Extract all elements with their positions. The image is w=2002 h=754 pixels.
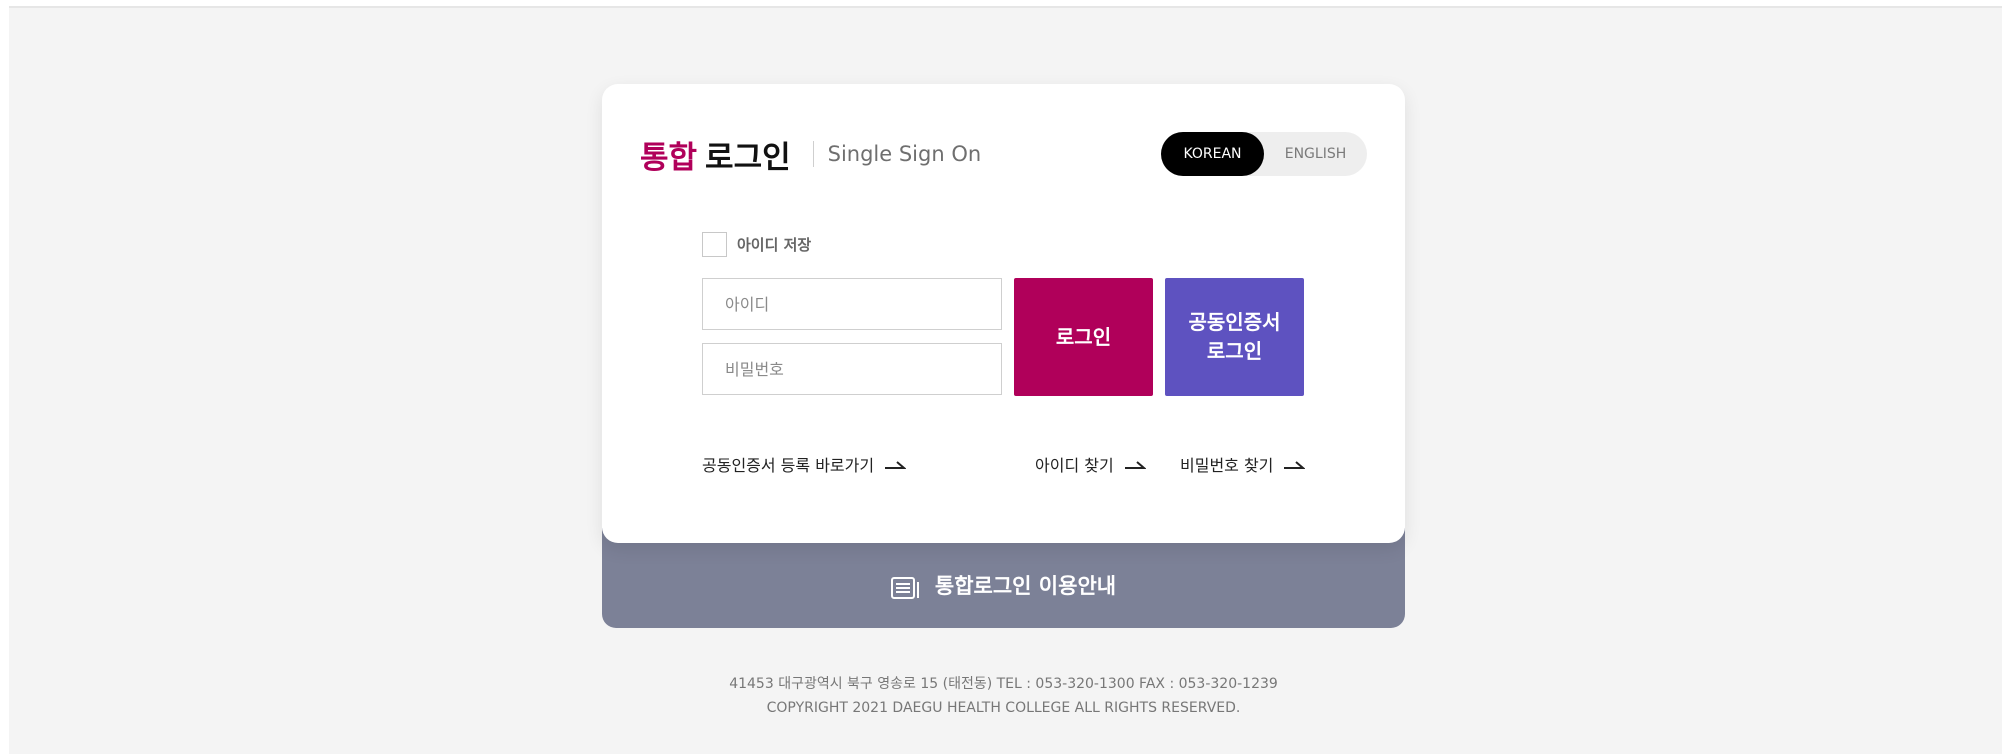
remember-id-label: 아이디 저장: [737, 236, 812, 254]
id-input[interactable]: [702, 278, 1002, 330]
language-toggle: KOREAN ENGLISH: [1161, 132, 1367, 176]
cert-login-button[interactable]: 공동인증서 로그인: [1165, 278, 1304, 396]
title-divider: [812, 141, 814, 167]
cert-register-link[interactable]: 공동인증서 등록 바로가기: [702, 452, 907, 476]
arrow-right-icon: [1283, 458, 1306, 470]
password-input[interactable]: [702, 343, 1002, 395]
find-password-label: 비밀번호 찾기: [1180, 456, 1274, 475]
arrow-right-icon: [1124, 458, 1146, 470]
lang-korean-button[interactable]: KOREAN: [1161, 132, 1264, 176]
find-password-link[interactable]: 비밀번호 찾기: [1180, 452, 1306, 476]
footer-address: 41453 대구광역시 북구 영송로 15 (태전동) TEL : 053-32…: [729, 676, 1278, 692]
login-button[interactable]: 로그인: [1014, 278, 1153, 396]
document-list-icon: [890, 576, 921, 600]
page-background: 통합 로그인 Single Sign On KOREAN ENGLISH 아이디…: [9, 6, 2002, 754]
footer-copyright: COPYRIGHT 2021 DAEGU HEALTH COLLEGE ALL …: [766, 700, 1241, 716]
title-subtitle: Single Sign On: [827, 142, 982, 166]
title-highlight: 통합: [640, 139, 698, 176]
arrow-right-icon: [884, 458, 907, 470]
remember-id-checkbox[interactable]: 아이디 저장: [702, 232, 811, 257]
cert-register-label: 공동인증서 등록 바로가기: [702, 456, 875, 475]
lang-english-button[interactable]: ENGLISH: [1264, 132, 1367, 176]
sso-guide-button[interactable]: 통합로그인 이용안내: [602, 528, 1405, 628]
find-id-label: 아이디 찾기: [1035, 456, 1114, 475]
sso-guide-label: 통합로그인 이용안내: [934, 574, 1117, 598]
title-main: 로그인: [705, 139, 791, 176]
checkbox-box[interactable]: [702, 232, 727, 257]
find-id-link[interactable]: 아이디 찾기: [1035, 452, 1146, 476]
page-title: 통합 로그인 Single Sign On: [640, 134, 982, 176]
footer: 41453 대구광역시 북구 영송로 15 (태전동) TEL : 053-32…: [602, 672, 1405, 720]
login-panel: 통합 로그인 Single Sign On KOREAN ENGLISH 아이디…: [602, 84, 1405, 543]
